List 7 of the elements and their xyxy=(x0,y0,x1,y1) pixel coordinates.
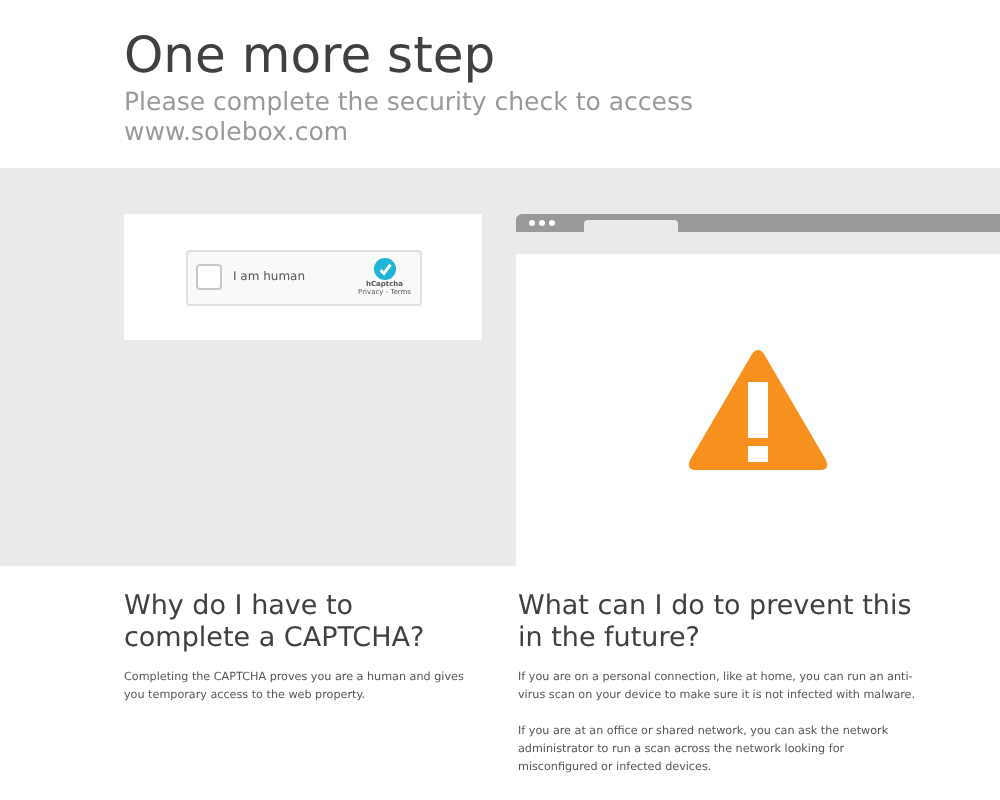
section-heading: What can I do to prevent this in the future? xyxy=(518,590,914,654)
page-title: One more step xyxy=(124,26,498,86)
captcha-checkbox[interactable] xyxy=(195,264,221,290)
warning-icon xyxy=(686,348,830,472)
captcha-logo-icon xyxy=(373,258,396,280)
section-heading: Why do I have to complete a CAPTCHA? xyxy=(124,590,427,654)
page-subtitle: Please complete the security check to access www.solebox.com xyxy=(124,86,695,146)
